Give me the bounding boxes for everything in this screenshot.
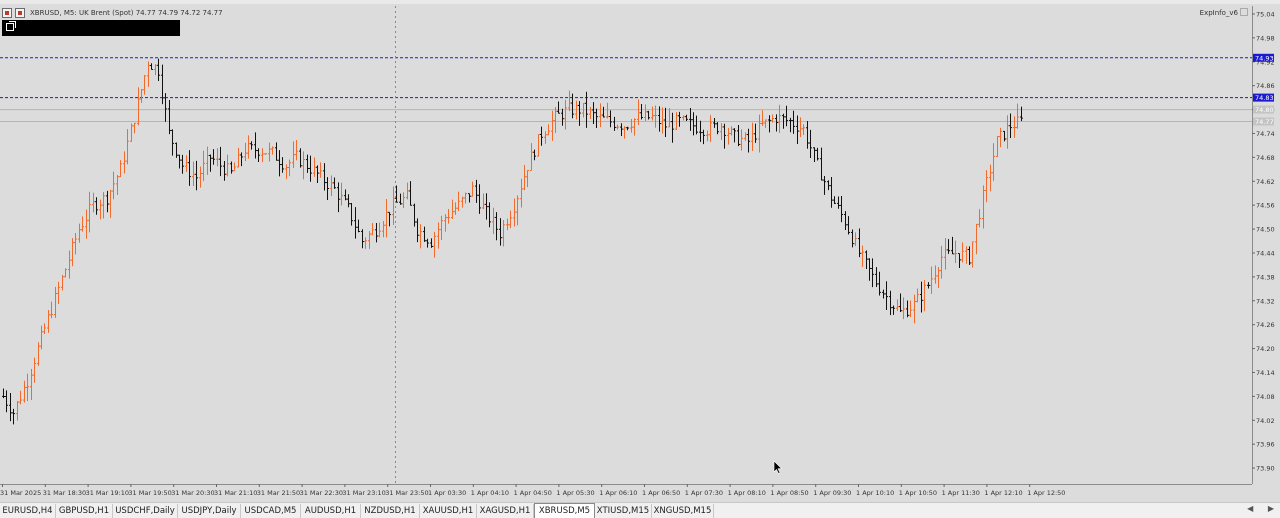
price-tick-label: 74.32 xyxy=(1256,297,1275,305)
indicator-close-icon[interactable] xyxy=(1240,8,1248,16)
time-tick-label: 31 Mar 19:50 xyxy=(128,489,171,497)
tab-scroll-left-icon[interactable]: ◀ xyxy=(1247,504,1253,513)
time-tick-label: 31 Mar 19:10 xyxy=(86,489,129,497)
time-tick-label: 31 Mar 18:30 xyxy=(43,489,86,497)
price-tick-label: 74.62 xyxy=(1256,178,1275,186)
tab-xngusd-m15[interactable]: XNGUSD,M15 xyxy=(652,504,714,518)
time-tick-label: 1 Apr 05:30 xyxy=(556,489,594,497)
tab-scroll-right-icon[interactable]: ▶ xyxy=(1268,504,1274,513)
time-tick-label: 1 Apr 08:10 xyxy=(728,489,766,497)
price-tick-label: 74.20 xyxy=(1256,345,1275,353)
price-tick-label: 74.68 xyxy=(1256,154,1275,162)
chart-info-row: XBRUSD, M5: UK Brent (Spot) 74.77 74.79 … xyxy=(2,7,223,19)
time-tick-label: 1 Apr 11:30 xyxy=(942,489,980,497)
time-tick-label: 1 Apr 09:30 xyxy=(813,489,851,497)
tab-xauusd-h1[interactable]: XAUUSD,H1 xyxy=(420,504,477,518)
trade-panel-icon[interactable] xyxy=(15,8,25,18)
tab-xtiusd-m15[interactable]: XTIUSD,M15 xyxy=(595,504,652,518)
price-tick-label: 74.38 xyxy=(1256,273,1275,281)
price-tag-label: 74.93 xyxy=(1255,54,1274,62)
indicator-label: ExpInfo_v6 xyxy=(1199,9,1238,17)
price-tick-label: 74.50 xyxy=(1256,226,1275,234)
symbol-info-text: XBRUSD, M5: UK Brent (Spot) 74.77 74.79 … xyxy=(30,9,223,17)
price-tag-label: 74.77 xyxy=(1255,118,1274,126)
price-tick-label: 74.74 xyxy=(1256,130,1275,138)
time-tick-label: 1 Apr 06:10 xyxy=(599,489,637,497)
price-tick-label: 74.02 xyxy=(1256,417,1275,425)
time-tick-label: 1 Apr 10:10 xyxy=(856,489,894,497)
tab-usdjpy-daily[interactable]: USDJPY,Daily xyxy=(178,504,241,518)
time-tick-label: 1 Apr 12:10 xyxy=(984,489,1022,497)
chart-tab-bar: ◀ ▶ EURUSD,H4 GBPUSD,H1 USDCHF,Daily USDJPY… xyxy=(0,502,1280,518)
tab-usdchf-daily[interactable]: USDCHF,Daily xyxy=(113,504,178,518)
tab-usdcad-m5[interactable]: USDCAD,M5 xyxy=(241,504,301,518)
chart-menu-icon[interactable] xyxy=(2,8,12,18)
tab-eurusd-h4[interactable]: EURUSD,H4 xyxy=(0,504,56,518)
time-tick-label: 31 Mar 21:10 xyxy=(214,489,257,497)
time-tick-label: 31 Mar 22:30 xyxy=(300,489,343,497)
tab-gbpusd-h1[interactable]: GBPUSD,H1 xyxy=(56,504,113,518)
time-tick-label: 1 Apr 06:50 xyxy=(642,489,680,497)
price-tick-label: 74.56 xyxy=(1256,202,1275,210)
price-tick-label: 74.26 xyxy=(1256,321,1275,329)
time-tick-label: 1 Apr 07:30 xyxy=(685,489,723,497)
price-tick-label: 73.90 xyxy=(1256,465,1275,473)
tab-xbrusd-m5[interactable]: XBRUSD,M5 xyxy=(534,503,595,518)
mouse-cursor-icon xyxy=(773,460,783,474)
price-tick-label: 74.14 xyxy=(1256,369,1275,377)
time-tick-label: 31 Mar 23:50 xyxy=(385,489,428,497)
price-tag-label: 74.80 xyxy=(1255,106,1274,114)
time-tick-label: 31 Mar 21:50 xyxy=(257,489,300,497)
time-tick-label: 31 Mar 23:10 xyxy=(342,489,385,497)
price-tick-label: 74.08 xyxy=(1256,393,1275,401)
price-tick-label: 73.96 xyxy=(1256,441,1275,449)
price-tick-label: 75.04 xyxy=(1256,10,1275,18)
chart-window[interactable]: 75.0474.9874.9274.8674.8074.7474.6874.62… xyxy=(0,0,1280,502)
one-click-trading-panel[interactable] xyxy=(2,20,180,36)
time-tick-label: 1 Apr 03:30 xyxy=(428,489,466,497)
time-tick-label: 1 Apr 12:50 xyxy=(1027,489,1065,497)
tab-audusd-h1[interactable]: AUDUSD,H1 xyxy=(301,504,361,518)
price-tick-label: 74.98 xyxy=(1256,34,1275,42)
restore-icon[interactable] xyxy=(6,21,16,31)
tab-xagusd-h1[interactable]: XAGUSD,H1 xyxy=(477,504,534,518)
tab-scroll-arrows: ◀ ▶ xyxy=(1235,504,1274,513)
time-tick-label: 1 Apr 04:10 xyxy=(471,489,509,497)
time-tick-label: 1 Apr 10:50 xyxy=(899,489,937,497)
time-tick-label: 31 Mar 2025 xyxy=(0,489,41,497)
price-tick-label: 74.86 xyxy=(1256,82,1275,90)
time-tick-label: 1 Apr 04:50 xyxy=(514,489,552,497)
tab-nzdusd-h1[interactable]: NZDUSD,H1 xyxy=(361,504,420,518)
price-tick-label: 74.44 xyxy=(1256,249,1275,257)
price-chart[interactable]: 75.0474.9874.9274.8674.8074.7474.6874.62… xyxy=(0,0,1280,502)
price-tag-label: 74.83 xyxy=(1255,94,1274,102)
time-tick-label: 1 Apr 08:50 xyxy=(770,489,808,497)
time-tick-label: 31 Mar 20:30 xyxy=(171,489,214,497)
